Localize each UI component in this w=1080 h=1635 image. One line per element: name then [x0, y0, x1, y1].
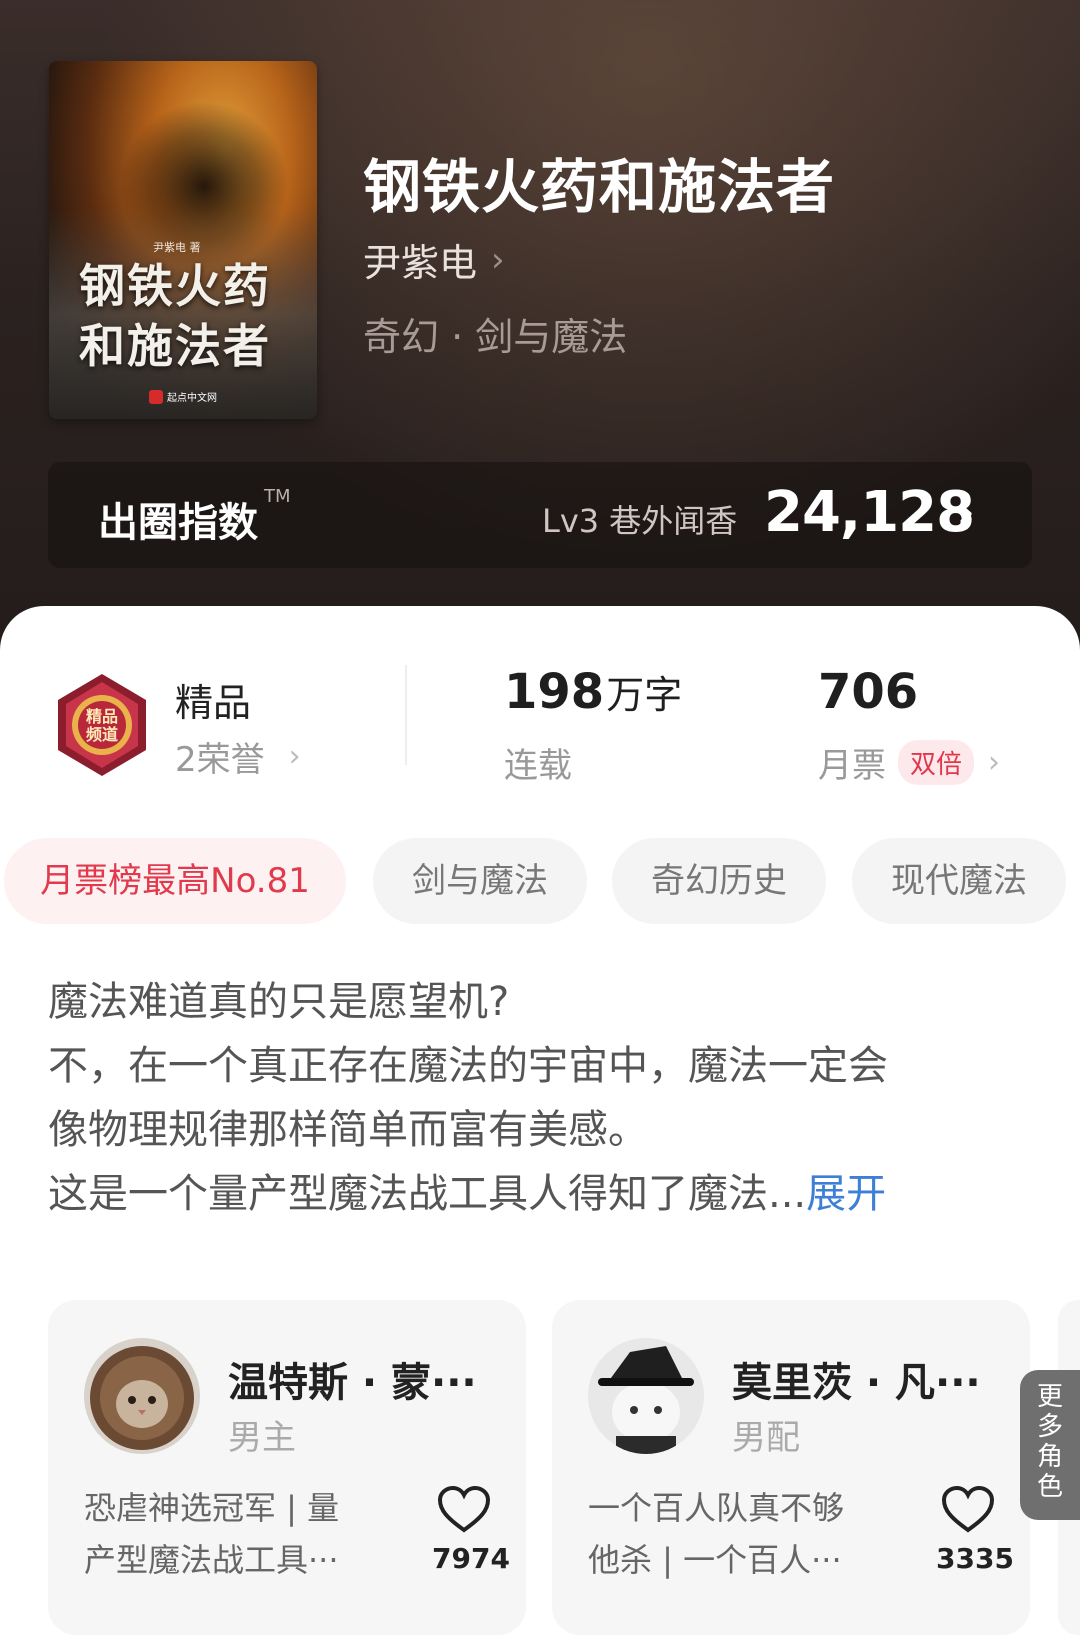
like-button[interactable]: 7974	[432, 1485, 510, 1575]
author-link[interactable]: 尹紫电 ›	[363, 232, 505, 287]
expand-link[interactable]: 展开	[806, 1171, 886, 1217]
monthly-votes-link[interactable]: 月票 双倍 ›	[818, 738, 1000, 787]
synopsis[interactable]: 魔法难道真的只是愿望机? 不，在一个真正存在魔法的宇宙中，魔法一定会 像物理规律…	[48, 970, 1038, 1226]
role-card[interactable]: 莫里茨 · 凡··· 男配 一个百人队真不够 他杀 | 一个百人··· 3335	[552, 1300, 1030, 1635]
tag-fantasy-history[interactable]: 奇幻历史	[612, 838, 826, 924]
honor-title: 精品	[175, 681, 252, 725]
index-level: Lv3 巷外闻香	[542, 502, 738, 540]
svg-text:精品: 精品	[86, 707, 118, 726]
more-roles-button[interactable]: 更 多 角 色	[1020, 1370, 1080, 1520]
chevron-right-icon: ›	[988, 745, 1001, 780]
chevron-right-icon: ›	[491, 239, 505, 280]
index-score: 24,128	[764, 480, 975, 545]
role-card[interactable]: 温特斯 · 蒙··· 男主 恐虐神选冠军 | 量 产型魔法战工具··· 7974	[48, 1300, 526, 1635]
divider	[405, 665, 407, 765]
publisher-logo-icon	[149, 389, 163, 404]
role-description: 一个百人队真不够 他杀 | 一个百人···	[588, 1489, 845, 1579]
word-count: 198万字	[504, 664, 683, 720]
role-name: 温特斯 · 蒙···	[228, 1360, 477, 1406]
double-badge: 双倍	[898, 740, 975, 785]
popularity-index-bar[interactable]: 出圈指数TM Lv3 巷外闻香 24,128 ›	[48, 462, 1032, 568]
tag-modern-magic[interactable]: 现代魔法	[852, 838, 1066, 924]
avatar	[84, 1338, 200, 1454]
honor-link[interactable]: 2荣誉 ›	[175, 732, 301, 781]
role-name: 莫里茨 · 凡···	[732, 1360, 981, 1406]
heart-icon	[941, 1485, 995, 1533]
like-count: 7974	[432, 1542, 510, 1575]
chevron-right-icon: ›	[956, 484, 976, 540]
book-genre: 奇幻 · 剑与魔法	[363, 315, 628, 359]
honor-badge-icon[interactable]: 精品 频道	[52, 672, 152, 778]
heart-icon	[437, 1485, 491, 1533]
cover-author: 尹紫电 著	[153, 241, 201, 254]
cover-publisher: 起点中文网	[149, 389, 217, 404]
serial-status: 连载	[504, 746, 572, 786]
svg-text:频道: 频道	[86, 725, 118, 744]
like-count: 3335	[936, 1542, 1014, 1575]
chevron-right-icon: ›	[288, 739, 301, 774]
role-type: 男配	[732, 1418, 800, 1458]
like-button[interactable]: 3335	[936, 1485, 1014, 1575]
monthly-votes-count: 706	[818, 664, 919, 720]
book-title: 钢铁火药和施法者	[363, 153, 836, 221]
cover-title: 钢铁火药 和施法者	[79, 259, 271, 373]
role-type: 男主	[228, 1418, 296, 1458]
avatar	[588, 1338, 704, 1454]
author-name: 尹紫电	[363, 241, 478, 285]
tag-rank[interactable]: 月票榜最高No.81	[4, 838, 346, 924]
book-header: 尹紫电 著 钢铁火药 和施法者 起点中文网 钢铁火药和施法者 尹紫电 › 奇幻 …	[0, 0, 1080, 660]
role-description: 恐虐神选冠军 | 量 产型魔法战工具···	[84, 1489, 340, 1579]
book-cover[interactable]: 尹紫电 著 钢铁火药 和施法者 起点中文网	[49, 61, 317, 419]
tag-sword-magic[interactable]: 剑与魔法	[373, 838, 587, 924]
index-label: 出圈指数TM	[98, 486, 291, 546]
